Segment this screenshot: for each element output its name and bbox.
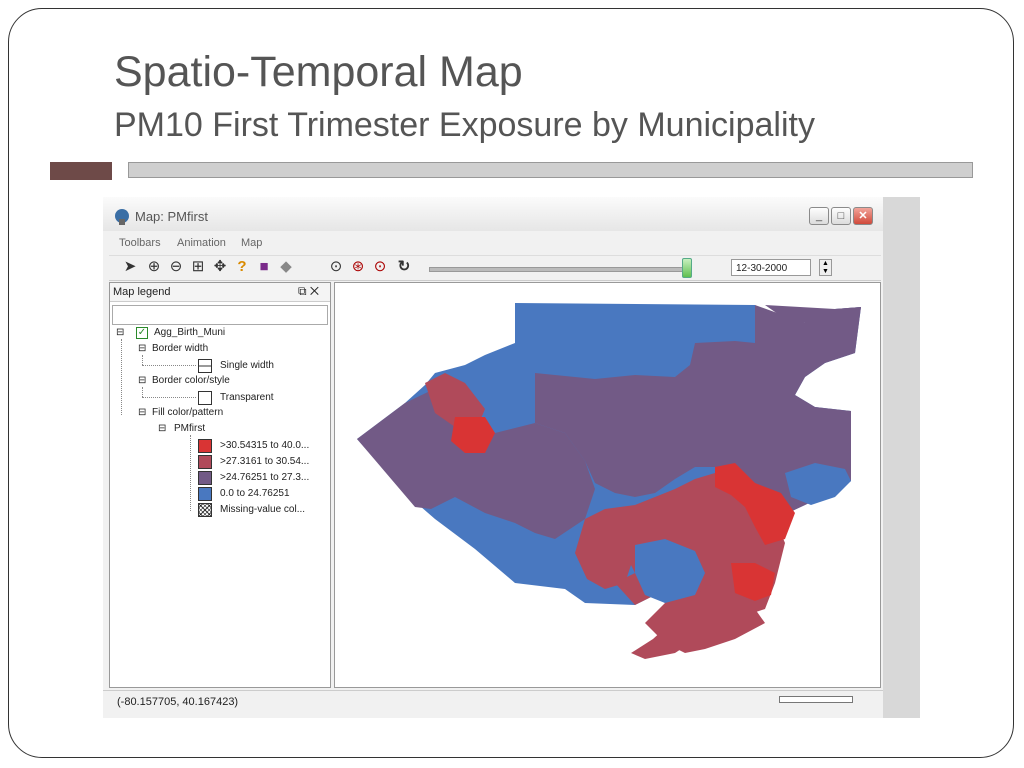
class-swatch-3 [198, 471, 212, 485]
app-screenshot: Map: PMfirst _ □ ✕ Toolbars Animation Ma… [103, 197, 920, 718]
layer-checkbox[interactable]: ✓ [136, 327, 148, 339]
progress-bar [779, 696, 853, 703]
legend-close-icon[interactable]: ⧉ ✕ [298, 284, 319, 299]
menu-animation[interactable]: Animation [177, 237, 226, 249]
date-field[interactable]: 12-30-2000 [731, 259, 811, 276]
single-width-swatch [198, 359, 212, 373]
border-width-label: Border width [152, 343, 209, 354]
eraser-icon[interactable]: ◆ [277, 258, 295, 276]
status-bar: (-80.157705, 40.167423) [103, 690, 883, 718]
class-label-3: >24.76251 to 27.3... [220, 472, 310, 483]
legend-header: Map legend ⧉ ✕ [110, 283, 330, 302]
zoom-in-icon[interactable]: ⊕ [145, 258, 163, 276]
fill-color-label: Fill color/pattern [152, 407, 224, 418]
legend-title: Map legend [113, 286, 171, 298]
class-label-4: 0.0 to 24.76251 [220, 488, 290, 499]
book-icon[interactable]: ■ [255, 258, 273, 276]
legend-panel: Map legend ⧉ ✕ ⊟ ✓ Agg_Birth_Muni ⊟ Bord… [109, 282, 331, 688]
stop-icon[interactable]: ⊙ [371, 258, 389, 276]
globe-icon [115, 209, 129, 225]
window-titlebar[interactable]: Map: PMfirst _ □ ✕ [103, 197, 883, 231]
window-title: Map: PMfirst [135, 209, 208, 224]
slide-title: Spatio-Temporal Map [114, 48, 523, 96]
date-spinner[interactable]: ▲ ▼ [819, 259, 832, 276]
class-swatch-4 [198, 487, 212, 501]
reset-icon[interactable]: ↻ [395, 258, 413, 276]
accent-bar [128, 162, 973, 178]
border-color-label: Border color/style [152, 375, 230, 386]
layer-name: Agg_Birth_Muni [154, 327, 226, 338]
class-label-1: >30.54315 to 40.0... [220, 440, 310, 451]
slide-subtitle: PM10 First Trimester Exposure by Municip… [114, 106, 815, 144]
fast-forward-icon[interactable]: ⊛ [349, 258, 367, 276]
tree-collapse-icon[interactable]: ⊟ [116, 327, 124, 338]
menu-map[interactable]: Map [241, 237, 262, 249]
transparent-swatch [198, 391, 212, 405]
toolbar: ➤ ⊕ ⊖ ⊞ ✥ ? ■ ◆ ⊙ ⊛ ⊙ ↻ 12-30-2000 ▲ ▼ [109, 255, 881, 281]
accent-block [50, 162, 112, 180]
help-icon[interactable]: ? [233, 258, 251, 276]
class-label-2: >27.3161 to 30.54... [220, 456, 310, 467]
select-arrow-icon[interactable]: ➤ [121, 258, 139, 276]
menu-toolbars[interactable]: Toolbars [119, 237, 161, 249]
time-slider-thumb[interactable] [682, 258, 692, 278]
zoom-out-icon[interactable]: ⊖ [167, 258, 185, 276]
time-slider-track[interactable] [429, 267, 686, 272]
coordinate-readout: (-80.157705, 40.167423) [117, 696, 239, 708]
class-swatch-1 [198, 439, 212, 453]
minimize-button[interactable]: _ [809, 207, 829, 225]
map-window: Map: PMfirst _ □ ✕ Toolbars Animation Ma… [103, 197, 884, 718]
transparent-label: Transparent [220, 392, 274, 403]
play-icon[interactable]: ⊙ [327, 258, 345, 276]
class-swatch-missing [198, 503, 212, 517]
zoom-extent-icon[interactable]: ⊞ [189, 258, 207, 276]
single-width-label: Single width [220, 360, 274, 371]
choropleth-map[interactable] [335, 283, 881, 688]
maximize-button[interactable]: □ [831, 207, 851, 225]
class-swatch-2 [198, 455, 212, 469]
legend-search-input[interactable] [112, 305, 328, 325]
class-label-missing: Missing-value col... [220, 504, 306, 515]
menu-bar: Toolbars Animation Map [103, 233, 883, 253]
map-canvas[interactable] [334, 282, 881, 688]
background-strip [883, 197, 920, 718]
variable-label: PMfirst [174, 423, 206, 434]
pan-icon[interactable]: ✥ [211, 258, 229, 276]
close-button[interactable]: ✕ [853, 207, 873, 225]
